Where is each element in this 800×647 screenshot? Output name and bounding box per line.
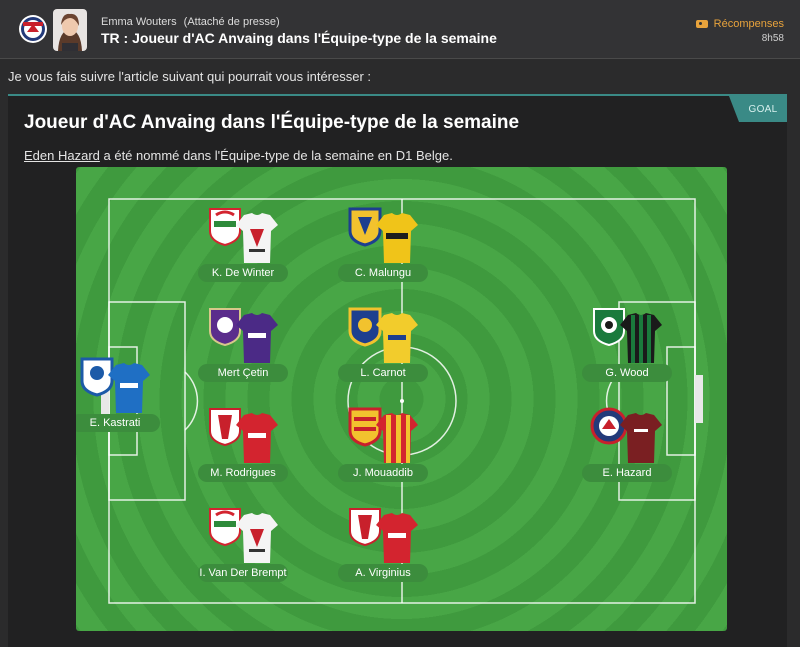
player-card[interactable]: A. Virginius <box>338 501 428 585</box>
sender-role: (Attaché de presse) <box>183 16 280 28</box>
jersey-icon <box>108 363 150 413</box>
jersey-icon <box>376 213 418 263</box>
player-link[interactable]: Eden Hazard <box>24 148 100 163</box>
jersey-icon <box>236 213 278 263</box>
jersey-icon <box>376 513 418 563</box>
jersey-icon <box>236 513 278 563</box>
player-name: E. Kastrati <box>76 414 160 432</box>
ticket-icon <box>695 20 708 28</box>
player-name: G. Wood <box>582 364 672 382</box>
player-card[interactable]: Mert Çetin <box>198 301 288 385</box>
avatar[interactable] <box>53 9 87 51</box>
player-card[interactable]: M. Rodrigues <box>198 401 288 485</box>
jersey-icon <box>620 413 662 463</box>
team-of-the-week-pitch: K. De Winter C. Malungu Mert Çetin L. Ca… <box>76 167 727 631</box>
player-name: I. Van Der Brempt <box>198 564 288 582</box>
player-name: E. Hazard <box>582 464 672 482</box>
message-time: 8h58 <box>761 33 784 44</box>
player-card[interactable]: L. Carnot <box>338 301 428 385</box>
jersey-icon <box>376 413 418 463</box>
player-name: L. Carnot <box>338 364 428 382</box>
player-card[interactable]: E. Hazard <box>582 401 672 485</box>
news-article: GOAL Joueur d'AC Anvaing dans l'Équipe-t… <box>8 94 787 647</box>
player-card[interactable]: C. Malungu <box>338 201 428 285</box>
message-subject: TR : Joueur d'AC Anvaing dans l'Équipe-t… <box>101 30 497 46</box>
rewards-button[interactable]: Récompenses <box>695 18 784 30</box>
player-card[interactable]: J. Mouaddib <box>338 401 428 485</box>
sender-name[interactable]: Emma Wouters <box>101 16 177 28</box>
intro-text: Je vous fais suivre l'article suivant qu… <box>8 69 372 84</box>
player-name: A. Virginius <box>338 564 428 582</box>
message-header: Emma Wouters (Attaché de presse) TR : Jo… <box>0 0 800 58</box>
player-name: Mert Çetin <box>198 364 288 382</box>
sender: Emma Wouters (Attaché de presse) <box>101 16 280 28</box>
rewards-label: Récompenses <box>713 18 784 30</box>
player-name: J. Mouaddib <box>338 464 428 482</box>
header-divider <box>0 58 800 59</box>
jersey-icon <box>376 313 418 363</box>
article-title: Joueur d'AC Anvaing dans l'Équipe-type d… <box>24 112 520 133</box>
player-card[interactable]: E. Kastrati <box>76 351 160 435</box>
jersey-icon <box>236 313 278 363</box>
player-card[interactable]: I. Van Der Brempt <box>198 501 288 585</box>
club-badge-icon <box>19 15 47 43</box>
article-lead: Eden Hazard a été nommé dans l'Équipe-ty… <box>24 148 453 163</box>
player-name: C. Malungu <box>338 264 428 282</box>
player-name: K. De Winter <box>198 264 288 282</box>
source-tag: GOAL <box>729 96 787 122</box>
lead-text: a été nommé dans l'Équipe-type de la sem… <box>99 148 453 163</box>
player-card[interactable]: K. De Winter <box>198 201 288 285</box>
jersey-icon <box>236 413 278 463</box>
player-card[interactable]: G. Wood <box>582 301 672 385</box>
player-name: M. Rodrigues <box>198 464 288 482</box>
jersey-icon <box>620 313 662 363</box>
